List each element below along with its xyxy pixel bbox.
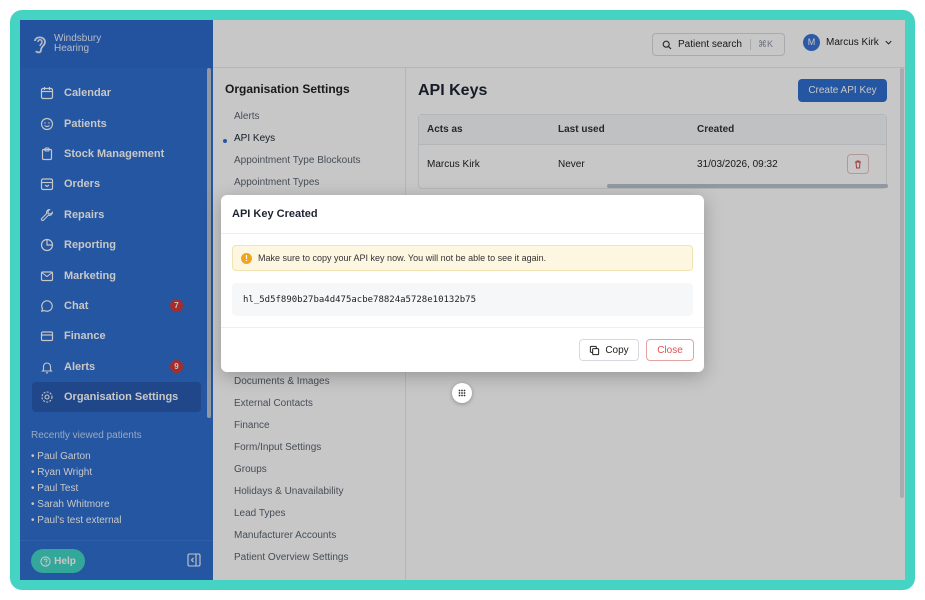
warning-icon: ! (241, 252, 252, 264)
drag-handle[interactable] (452, 383, 472, 403)
api-key-created-dialog: API Key Created ! Make sure to copy your… (221, 195, 704, 372)
app-window: Windsbury Hearing Calendar Patients Stoc… (20, 20, 905, 580)
close-button[interactable]: Close (646, 339, 694, 361)
warning-text: Make sure to copy your API key now. You … (258, 253, 547, 263)
dialog-divider (221, 233, 704, 234)
copy-icon (590, 345, 600, 355)
dialog-divider (221, 327, 704, 328)
warning-alert: ! Make sure to copy your API key now. Yo… (232, 245, 693, 271)
copy-label: Copy (605, 344, 629, 356)
dialog-title: API Key Created (232, 208, 318, 220)
grip-dots-icon (458, 389, 466, 397)
api-key-value[interactable]: hl_5d5f890b27ba4d475acbe78824a5728e10132… (232, 283, 693, 316)
copy-button[interactable]: Copy (579, 339, 639, 361)
